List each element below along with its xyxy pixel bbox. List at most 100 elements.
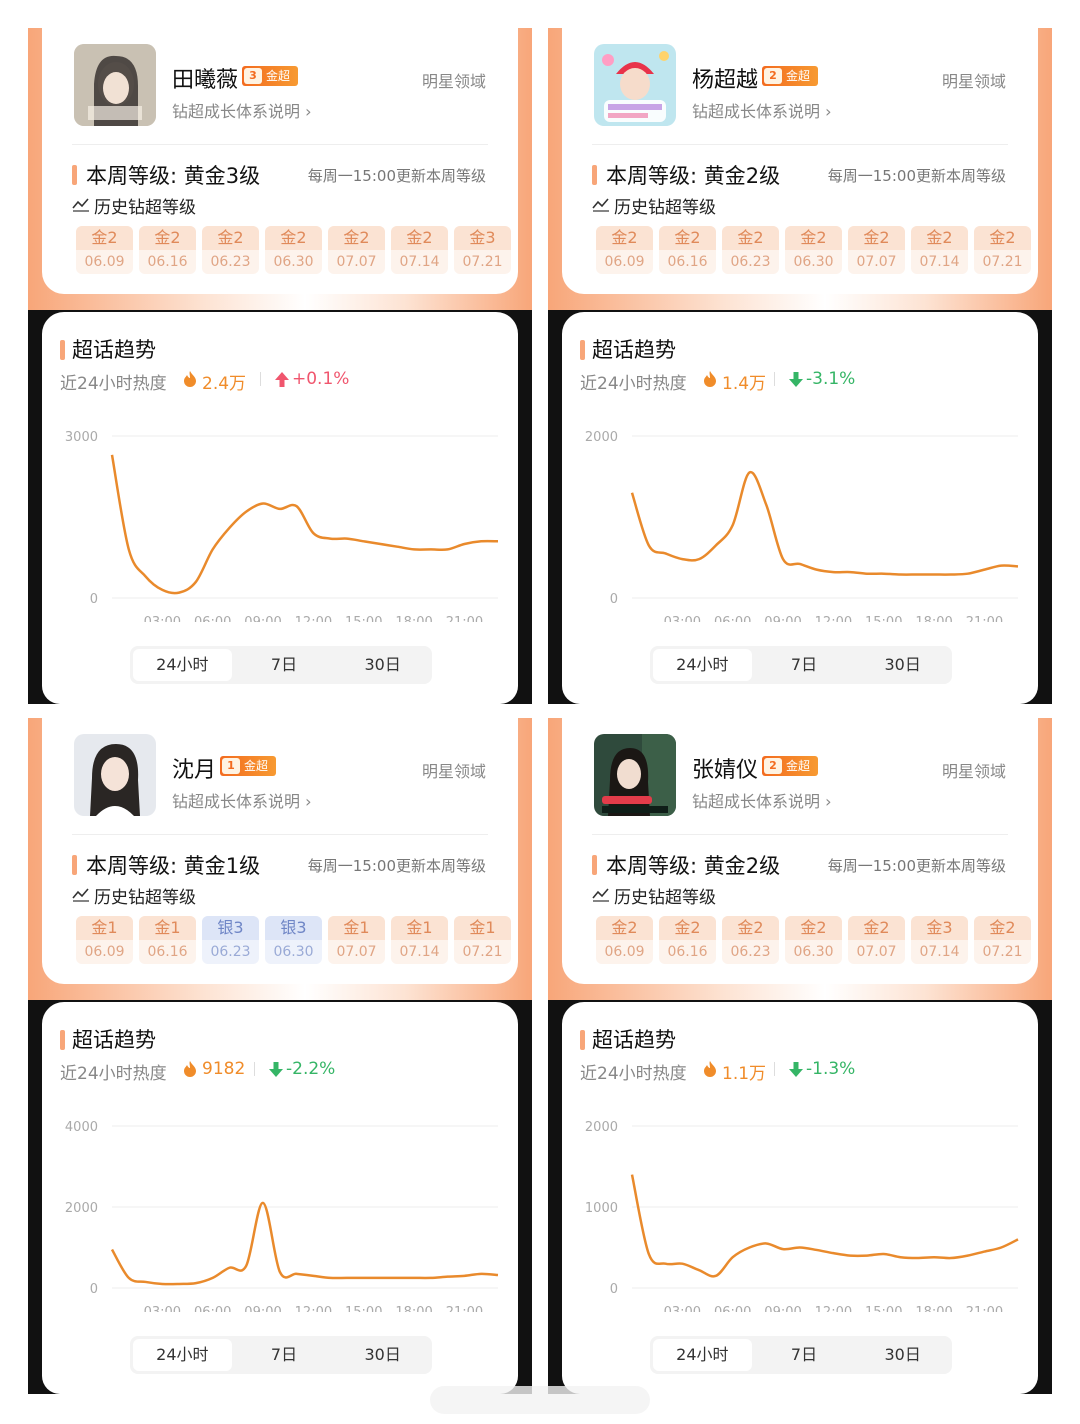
- heat-change: -2.2%: [286, 1059, 336, 1079]
- growth-system-link[interactable]: 钻超成长体系说明 ›: [172, 98, 312, 122]
- domain-label[interactable]: 明星领域: [942, 68, 1006, 92]
- domain-label[interactable]: 明星领域: [422, 68, 486, 92]
- star-name: 杨超越: [692, 68, 759, 93]
- heat-change: -3.1%: [806, 369, 856, 389]
- series-line: [110, 454, 499, 595]
- tab-30d[interactable]: 30日: [853, 646, 952, 684]
- level-chip: 金3 07.21: [454, 226, 511, 274]
- history-levels-label[interactable]: 历史钻超等级: [94, 193, 196, 218]
- x-tick-label: 15:00: [345, 615, 382, 622]
- trend-background: 超话趋势 近24小时热度 1.1万 -1.3% 2000 1000 0 03:00 06…: [548, 1000, 1052, 1394]
- x-tick-label: 03:00: [144, 1305, 181, 1312]
- avatar[interactable]: [594, 734, 676, 816]
- tab-30d[interactable]: 30日: [333, 1336, 432, 1374]
- level-marker: [592, 855, 597, 875]
- x-tick-label: 06:00: [714, 615, 751, 622]
- x-tick-label: 09:00: [244, 1305, 281, 1312]
- separator: [774, 1062, 775, 1076]
- trend-background: 超话趋势 近24小时热度 2.4万 +0.1% 3000 0 03:00 06:00 0…: [28, 310, 532, 704]
- level-chip: 金2 07.21: [974, 226, 1031, 274]
- badge-label: 金超: [786, 69, 811, 83]
- y-tick-label: 0: [610, 1282, 618, 1297]
- history-levels-label[interactable]: 历史钻超等级: [614, 193, 716, 218]
- update-note: 每周一15:00更新本周等级: [307, 857, 486, 875]
- history-levels-label[interactable]: 历史钻超等级: [94, 883, 196, 908]
- avatar[interactable]: [74, 734, 156, 816]
- tab-7d[interactable]: 7日: [755, 1336, 854, 1374]
- growth-system-link[interactable]: 钻超成长体系说明 ›: [172, 788, 312, 812]
- tab-7d[interactable]: 7日: [235, 646, 334, 684]
- avatar[interactable]: [74, 44, 156, 126]
- tab-24h[interactable]: 24小时: [653, 1339, 752, 1371]
- x-tick-label: 15:00: [865, 615, 902, 622]
- x-tick-label: 21:00: [446, 1305, 483, 1312]
- badge-label: 金超: [786, 759, 811, 773]
- separator: [254, 1062, 255, 1076]
- x-tick-label: 09:00: [764, 615, 801, 622]
- period-switch: 24小时 7日 30日: [130, 1336, 432, 1374]
- level-chip: 金1 07.14: [391, 916, 448, 964]
- growth-system-link[interactable]: 钻超成长体系说明 ›: [692, 98, 832, 122]
- fire-icon: [184, 1061, 196, 1077]
- x-tick-label: 18:00: [915, 1305, 952, 1312]
- tab-24h[interactable]: 24小时: [653, 649, 752, 681]
- trend-title: 超话趋势: [592, 338, 676, 362]
- history-levels-label[interactable]: 历史钻超等级: [614, 883, 716, 908]
- trend-marker: [60, 340, 65, 360]
- level-marker: [592, 165, 597, 185]
- tab-7d[interactable]: 7日: [235, 1336, 334, 1374]
- update-note: 每周一15:00更新本周等级: [827, 857, 1006, 875]
- x-tick-label: 03:00: [664, 1305, 701, 1312]
- badge-label: 金超: [244, 759, 269, 773]
- y-tick-label: 3000: [65, 430, 98, 445]
- trend-marker: [60, 1030, 65, 1050]
- update-note: 每周一15:00更新本周等级: [827, 167, 1006, 185]
- tab-30d[interactable]: 30日: [333, 646, 432, 684]
- history-levels-row: 金1 06.09 金1 06.16 银3 06.23 银3 06.30 金1 07.07 …: [76, 916, 511, 964]
- x-tick-label: 12:00: [295, 615, 332, 622]
- growth-system-link[interactable]: 钻超成长体系说明 ›: [692, 788, 832, 812]
- level-chip: 金2 07.14: [391, 226, 448, 274]
- series-line: [630, 471, 1019, 576]
- x-tick-label: 06:00: [714, 1305, 751, 1312]
- level-chip: 金2 06.30: [265, 226, 322, 274]
- gold-super-badge: 1 金超: [220, 756, 276, 776]
- x-tick-label: 12:00: [815, 1305, 852, 1312]
- trend-title: 超话趋势: [72, 1028, 156, 1052]
- x-tick-label: 18:00: [915, 615, 952, 622]
- y-tick-label: 4000: [65, 1120, 98, 1135]
- level-chip: 金2 06.16: [659, 916, 716, 964]
- trend-chart: 3000 0 03:00 06:00 09:00 12:00 15:00 18:00 21:00: [65, 430, 499, 622]
- x-tick-label: 15:00: [345, 1305, 382, 1312]
- tab-30d[interactable]: 30日: [853, 1336, 952, 1374]
- level-chip: 金1 06.16: [139, 916, 196, 964]
- x-tick-label: 06:00: [194, 615, 231, 622]
- level-chip: 金1 07.21: [454, 916, 511, 964]
- level-card-background: 田曦薇 3 金超 明星领域 钻超成长体系说明 › 本周等级: 黄金3级 每周一1…: [28, 28, 532, 310]
- fire-icon: [184, 371, 196, 387]
- trend-icon: [592, 198, 609, 212]
- y-tick-label: 0: [90, 1282, 98, 1297]
- fire-icon: [704, 371, 716, 387]
- x-tick-label: 12:00: [815, 615, 852, 622]
- tab-24h[interactable]: 24小时: [133, 649, 232, 681]
- heat-value: 1.4万: [722, 374, 767, 394]
- avatar[interactable]: [594, 44, 676, 126]
- y-tick-label: 2000: [585, 430, 618, 445]
- x-tick-label: 21:00: [446, 615, 483, 622]
- history-levels-row: 金2 06.09 金2 06.16 金2 06.23 金2 06.30 金2 07.07 …: [596, 916, 1031, 964]
- y-tick-label: 1000: [585, 1201, 618, 1216]
- tab-24h[interactable]: 24小时: [133, 1339, 232, 1371]
- arrow-down-icon: [269, 1062, 283, 1077]
- domain-label[interactable]: 明星领域: [942, 758, 1006, 782]
- arrow-up-icon: [275, 372, 289, 387]
- weekly-level: 本周等级: 黄金3级: [86, 164, 261, 188]
- domain-label[interactable]: 明星领域: [422, 758, 486, 782]
- heat-label: 近24小时热度: [580, 374, 687, 394]
- level-chip: 金2 06.09: [76, 226, 133, 274]
- series-line: [110, 1201, 499, 1286]
- weekly-level: 本周等级: 黄金2级: [606, 164, 781, 188]
- arrow-down-icon: [789, 1062, 803, 1077]
- tab-7d[interactable]: 7日: [755, 646, 854, 684]
- heat-label: 近24小时热度: [580, 1064, 687, 1084]
